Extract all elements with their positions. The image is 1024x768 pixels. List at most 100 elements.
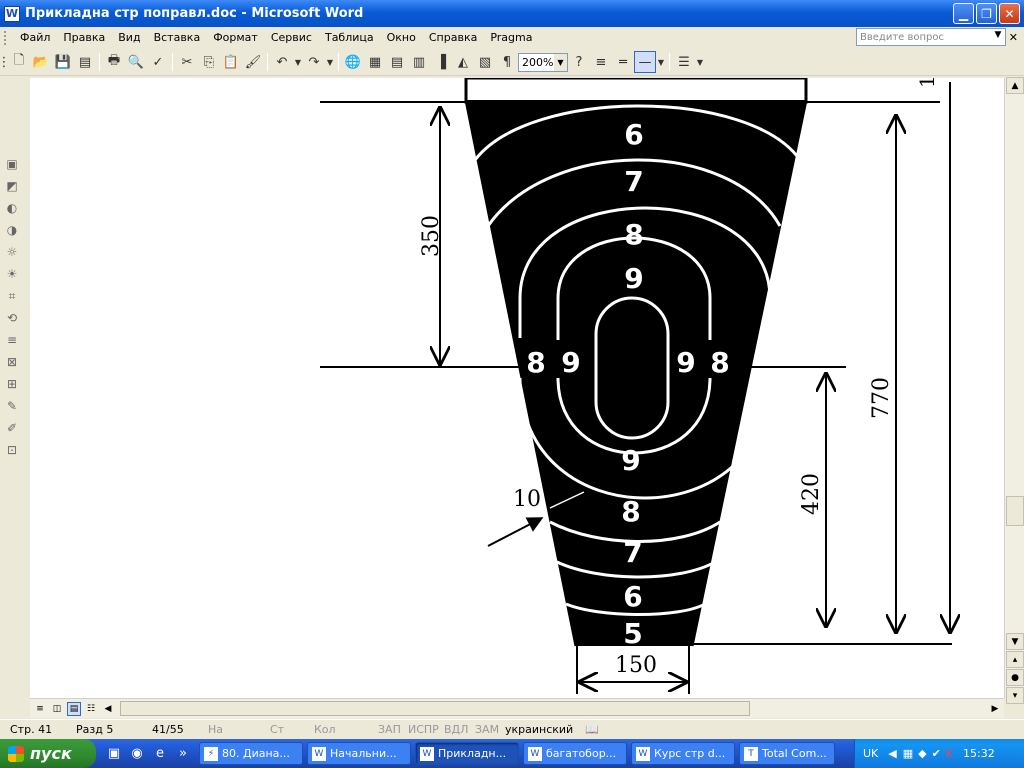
zoom-dropdown-icon[interactable]: ▼ bbox=[554, 53, 567, 71]
scroll-thumb[interactable] bbox=[1006, 496, 1024, 526]
quicklaunch-more-icon[interactable]: » bbox=[173, 744, 193, 764]
drawing-icon[interactable]: ◭ bbox=[452, 51, 474, 73]
redo-icon[interactable]: ↷ bbox=[303, 51, 325, 73]
cut-icon[interactable]: ✂ bbox=[176, 51, 198, 73]
menu-edit[interactable]: Правка bbox=[57, 31, 112, 44]
clock[interactable]: 15:32 bbox=[963, 747, 995, 760]
taskbar-item-4[interactable]: Wбагатобор... bbox=[523, 742, 627, 765]
help-dropdown-icon[interactable]: ▼ bbox=[992, 30, 1004, 44]
horizontal-scroll-thumb[interactable] bbox=[120, 701, 750, 716]
zoom-select[interactable]: 200% ▼ bbox=[518, 52, 568, 72]
start-button[interactable]: пуск bbox=[0, 739, 96, 768]
tray-network-icon[interactable]: ◆ bbox=[918, 747, 926, 760]
taskbar-item-3[interactable]: W Прикладн... bbox=[415, 742, 519, 765]
less-contrast-icon[interactable]: ◑ bbox=[2, 220, 22, 240]
save-icon[interactable]: 💾 bbox=[52, 51, 74, 73]
taskbar-item-1[interactable]: ⚡ 80. Диана... bbox=[199, 742, 303, 765]
format-picture-icon[interactable]: ✎ bbox=[2, 396, 22, 416]
status-rec[interactable]: ЗАП bbox=[378, 723, 408, 736]
help-search-input[interactable]: Введите вопрос ▼ bbox=[856, 28, 1006, 46]
spelling-status-icon[interactable]: 📖 bbox=[585, 723, 599, 736]
tray-security-icon[interactable]: ✔ bbox=[932, 747, 941, 760]
scroll-down-icon[interactable]: ▼ bbox=[1006, 633, 1024, 650]
menu-view[interactable]: Вид bbox=[112, 31, 147, 44]
tray-back-icon[interactable]: ◀ bbox=[888, 747, 896, 760]
compress-icon[interactable]: ⊠ bbox=[2, 352, 22, 372]
taskbar-item-2[interactable]: W Начальни... bbox=[307, 742, 411, 765]
border-icon[interactable]: — bbox=[634, 51, 656, 73]
restore-button[interactable]: ❐ bbox=[976, 3, 997, 24]
next-page-icon[interactable]: ▾ bbox=[1006, 687, 1024, 704]
help-icon[interactable]: ? bbox=[568, 51, 590, 73]
quicklaunch-browser-icon[interactable]: ◉ bbox=[127, 744, 147, 764]
normal-view-icon[interactable]: ≡ bbox=[33, 702, 47, 716]
hyperlink-icon[interactable]: 🌐 bbox=[342, 51, 364, 73]
line-spacing-icon[interactable]: ≡ bbox=[590, 51, 612, 73]
color-icon[interactable]: ◩ bbox=[2, 176, 22, 196]
crop-icon[interactable]: ⌗ bbox=[2, 286, 22, 306]
more-contrast-icon[interactable]: ◐ bbox=[2, 198, 22, 218]
outline-view-icon[interactable]: ☷ bbox=[84, 702, 98, 716]
word-app-icon[interactable]: W bbox=[4, 5, 20, 22]
tray-app-icon[interactable]: ▦ bbox=[903, 747, 913, 760]
toolbar-grip[interactable]: ⋮ bbox=[0, 51, 11, 73]
undo-dropdown-icon[interactable]: ▼ bbox=[293, 51, 303, 73]
menu-file[interactable]: Файл bbox=[14, 31, 57, 44]
menu-tools[interactable]: Сервис bbox=[265, 31, 319, 44]
document-page[interactable]: 6 7 8 9 8 9 9 8 9 8 7 6 5 350 770 420 15… bbox=[30, 78, 1004, 698]
redo-dropdown-icon[interactable]: ▼ bbox=[325, 51, 335, 73]
new-document-icon[interactable]: 🗋 bbox=[8, 51, 30, 73]
taskbar-item-5[interactable]: W Курс стр d... bbox=[631, 742, 735, 765]
language-indicator[interactable]: UK bbox=[863, 747, 878, 760]
paste-icon[interactable]: 📋 bbox=[220, 51, 242, 73]
reset-picture-icon[interactable]: ⊡ bbox=[2, 440, 22, 460]
prev-page-icon[interactable]: ▴ bbox=[1006, 651, 1024, 668]
vertical-scrollbar[interactable]: ▲ ▼ ▴ ● ▾ bbox=[1004, 77, 1024, 704]
menu-window[interactable]: Окно bbox=[381, 31, 423, 44]
line-style-icon[interactable]: ═ bbox=[612, 51, 634, 73]
browse-object-icon[interactable]: ● bbox=[1006, 669, 1024, 686]
document-map-icon[interactable]: ▧ bbox=[474, 51, 496, 73]
outline-icon[interactable]: ☰ bbox=[673, 51, 695, 73]
show-hide-icon[interactable]: ¶ bbox=[496, 51, 518, 73]
menu-insert[interactable]: Вставка bbox=[148, 31, 208, 44]
quicklaunch-ie-icon[interactable]: e bbox=[150, 744, 170, 764]
columns-icon[interactable]: ▐ bbox=[430, 51, 452, 73]
insert-table-icon[interactable]: ▤ bbox=[386, 51, 408, 73]
document-close-icon[interactable]: ✕ bbox=[1009, 31, 1018, 44]
scroll-up-icon[interactable]: ▲ bbox=[1006, 77, 1024, 94]
spelling-icon[interactable]: ✓ bbox=[147, 51, 169, 73]
scroll-right-icon[interactable]: ▶ bbox=[988, 702, 1002, 716]
copy-icon[interactable]: ⎘ bbox=[198, 51, 220, 73]
line-style-icon[interactable]: ≡ bbox=[2, 330, 22, 350]
border-dropdown-icon[interactable]: ▼ bbox=[656, 51, 666, 73]
permission-icon[interactable]: ▤ bbox=[74, 51, 96, 73]
print-layout-icon[interactable]: ▤ bbox=[67, 701, 81, 716]
close-button[interactable]: ✕ bbox=[999, 3, 1020, 24]
text-wrap-icon[interactable]: ⊞ bbox=[2, 374, 22, 394]
toolbar-options-icon[interactable]: ▼ bbox=[695, 51, 705, 73]
tables-borders-icon[interactable]: ▦ bbox=[364, 51, 386, 73]
scroll-track[interactable] bbox=[1005, 95, 1024, 495]
status-ext[interactable]: ВДЛ bbox=[444, 723, 475, 736]
quicklaunch-app-icon[interactable]: ▣ bbox=[104, 744, 124, 764]
print-icon[interactable]: 🖶 bbox=[103, 51, 125, 73]
menu-grip[interactable] bbox=[4, 30, 10, 45]
rotate-icon[interactable]: ⟲ bbox=[2, 308, 22, 328]
minimize-button[interactable]: ▁ bbox=[953, 3, 974, 24]
menu-format[interactable]: Формат bbox=[207, 31, 265, 44]
undo-icon[interactable]: ↶ bbox=[271, 51, 293, 73]
format-painter-icon[interactable]: 🖌 bbox=[242, 51, 264, 73]
set-transparent-icon[interactable]: ✐ bbox=[2, 418, 22, 438]
scroll-track-lower[interactable] bbox=[1005, 527, 1024, 632]
open-icon[interactable]: 📂 bbox=[30, 51, 52, 73]
tray-antivirus-icon[interactable]: K bbox=[946, 747, 953, 760]
less-brightness-icon[interactable]: ☀ bbox=[2, 264, 22, 284]
print-preview-icon[interactable]: 🔍 bbox=[125, 51, 147, 73]
status-ovr[interactable]: ЗАМ bbox=[475, 723, 505, 736]
insert-picture-icon[interactable]: ▣ bbox=[2, 154, 22, 174]
taskbar-item-6[interactable]: T Total Com... bbox=[739, 742, 835, 765]
status-trk[interactable]: ИСПР bbox=[408, 723, 444, 736]
scroll-left-icon[interactable]: ◀ bbox=[101, 702, 115, 716]
more-brightness-icon[interactable]: ☼ bbox=[2, 242, 22, 262]
